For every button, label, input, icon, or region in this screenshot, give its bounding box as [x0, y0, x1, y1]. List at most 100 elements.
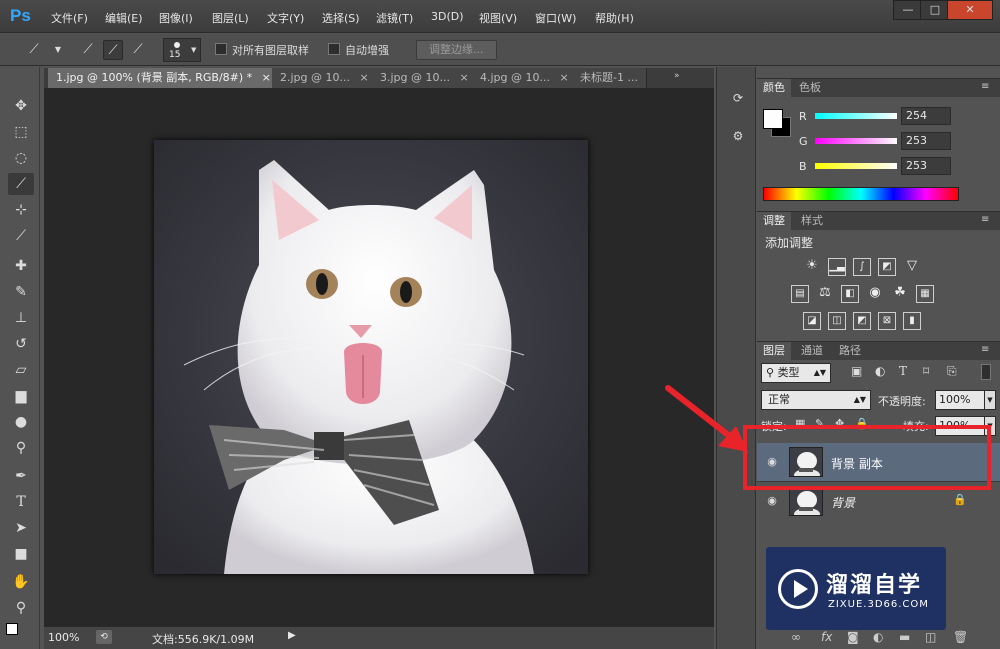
- menu-help[interactable]: 帮助(H): [595, 10, 634, 26]
- hue-saturation-icon[interactable]: ▤: [791, 285, 809, 303]
- crop-tool-icon[interactable]: ⊹: [8, 199, 34, 221]
- sample-all-layers-checkbox[interactable]: [215, 43, 227, 55]
- new-group-icon[interactable]: ▬: [899, 630, 910, 644]
- tab-doc-4[interactable]: 4.jpg @ 10... ×: [472, 68, 578, 88]
- black-white-icon[interactable]: ◧: [841, 285, 859, 303]
- add-to-selection-icon[interactable]: ⟋: [103, 40, 123, 60]
- menu-layer[interactable]: 图层(L): [212, 10, 249, 26]
- layer-filter-dropdown[interactable]: ⚲ 类型 ▲▼: [761, 363, 831, 383]
- preset-dropdown-icon[interactable]: ▼: [48, 40, 68, 60]
- delete-layer-icon[interactable]: 🗑: [953, 630, 968, 644]
- eraser-tool-icon[interactable]: ▱: [8, 359, 34, 381]
- tab-overflow-icon[interactable]: »: [674, 71, 680, 81]
- invert-icon[interactable]: ◪: [803, 312, 821, 330]
- tab-styles[interactable]: 样式: [795, 212, 829, 230]
- opacity-input[interactable]: 100%: [935, 390, 985, 410]
- rectangle-tool-icon[interactable]: ■: [8, 543, 34, 565]
- eyedropper-tool-icon[interactable]: ⟋: [8, 225, 34, 247]
- exposure-icon[interactable]: ◩: [878, 258, 896, 276]
- channel-g-input[interactable]: 253: [901, 132, 951, 150]
- filter-type-icon[interactable]: T: [899, 364, 907, 378]
- menu-3d[interactable]: 3D(D): [431, 10, 464, 23]
- blur-tool-icon[interactable]: ●: [8, 411, 34, 433]
- channel-r-slider[interactable]: [815, 113, 897, 119]
- menu-filter[interactable]: 滤镜(T): [376, 10, 413, 26]
- blend-mode-dropdown[interactable]: 正常 ▲▼: [761, 390, 871, 410]
- curves-icon[interactable]: ∫: [853, 258, 871, 276]
- add-mask-icon[interactable]: ◙: [847, 630, 859, 644]
- tab-paths[interactable]: 路径: [833, 342, 867, 360]
- tab-channels[interactable]: 通道: [795, 342, 829, 360]
- history-brush-tool-icon[interactable]: ↺: [8, 333, 34, 355]
- close-button[interactable]: ✕: [947, 0, 993, 20]
- foreground-color-swatch[interactable]: [763, 109, 783, 129]
- tab-doc-2[interactable]: 2.jpg @ 10... ×: [272, 68, 378, 88]
- menu-file[interactable]: 文件(F): [51, 10, 88, 26]
- refine-edge-button[interactable]: 调整边缘...: [416, 40, 497, 60]
- opacity-dropdown-icon[interactable]: ▼: [984, 390, 996, 410]
- properties-panel-icon[interactable]: ⚙: [729, 129, 747, 147]
- gradient-tool-icon[interactable]: ▆: [8, 385, 34, 407]
- tab-layers[interactable]: 图层: [757, 342, 791, 360]
- color-spectrum-bar[interactable]: [763, 187, 959, 201]
- hand-tool-icon[interactable]: ✋: [8, 571, 34, 593]
- zoom-level[interactable]: 100%: [48, 631, 79, 644]
- history-panel-icon[interactable]: ⟳: [729, 91, 747, 109]
- quick-selection-tool-icon[interactable]: ⟋: [8, 173, 34, 195]
- panel-menu-icon[interactable]: ≡: [981, 81, 989, 92]
- menu-type[interactable]: 文字(Y): [267, 10, 304, 26]
- channel-g-slider[interactable]: [815, 138, 897, 144]
- vibrance-icon[interactable]: ▽: [903, 258, 921, 276]
- tab-color[interactable]: 颜色: [757, 79, 791, 97]
- menu-view[interactable]: 视图(V): [479, 10, 517, 26]
- status-menu-arrow-icon[interactable]: ▶: [288, 630, 296, 641]
- healing-brush-tool-icon[interactable]: ✚: [8, 255, 34, 277]
- tab-doc-5[interactable]: 未标题-1 ...: [572, 68, 647, 88]
- tab-doc-1[interactable]: 1.jpg @ 100% (背景 副本, RGB/8#) * ×: [48, 68, 280, 88]
- new-adjustment-layer-icon[interactable]: ◐: [873, 630, 883, 644]
- document-image[interactable]: [154, 140, 588, 574]
- channel-b-slider[interactable]: [815, 163, 897, 169]
- tab-close-icon[interactable]: ×: [560, 71, 569, 84]
- layer-name[interactable]: 背景: [831, 494, 855, 511]
- filter-shape-icon[interactable]: ⌑: [923, 364, 929, 378]
- minimize-button[interactable]: —: [893, 0, 923, 20]
- levels-icon[interactable]: ▁▃: [828, 258, 846, 276]
- type-tool-icon[interactable]: T: [8, 491, 34, 513]
- auto-enhance-checkbox[interactable]: [328, 43, 340, 55]
- new-selection-icon[interactable]: ⟋: [78, 40, 98, 60]
- selective-color-icon[interactable]: ⊠: [878, 312, 896, 330]
- channel-b-input[interactable]: 253: [901, 157, 951, 175]
- tab-close-icon[interactable]: ×: [262, 71, 271, 84]
- photo-filter-icon[interactable]: ◉: [866, 285, 884, 303]
- link-layers-icon[interactable]: ∞: [791, 630, 801, 644]
- channel-mixer-icon[interactable]: ☘: [891, 285, 909, 303]
- tab-close-icon[interactable]: ×: [460, 71, 469, 84]
- menu-image[interactable]: 图像(I): [159, 10, 193, 26]
- filter-smart-object-icon[interactable]: ⎘: [947, 364, 957, 379]
- posterize-icon[interactable]: ◫: [828, 312, 846, 330]
- clone-stamp-tool-icon[interactable]: ⊥: [8, 307, 34, 329]
- quick-selection-preset-icon[interactable]: ⟋: [24, 40, 44, 60]
- filter-adjustment-icon[interactable]: ◐: [875, 364, 885, 378]
- tab-doc-3[interactable]: 3.jpg @ 10... ×: [372, 68, 478, 88]
- foreground-color-swatch[interactable]: [6, 623, 18, 635]
- lasso-tool-icon[interactable]: ◌: [8, 147, 34, 169]
- channel-r-input[interactable]: 254: [901, 107, 951, 125]
- subtract-from-selection-icon[interactable]: ⟋: [128, 40, 148, 60]
- gradient-map-icon[interactable]: ▮: [903, 312, 921, 330]
- marquee-tool-icon[interactable]: ⬚: [8, 121, 34, 143]
- tab-adjustments[interactable]: 调整: [757, 212, 791, 230]
- tab-close-icon[interactable]: ×: [360, 71, 369, 84]
- panel-menu-icon[interactable]: ≡: [981, 344, 989, 355]
- restore-button[interactable]: □: [920, 0, 950, 20]
- zoom-tool-icon[interactable]: ⚲: [8, 597, 34, 619]
- color-lookup-icon[interactable]: ▦: [916, 285, 934, 303]
- pen-tool-icon[interactable]: ✒: [8, 465, 34, 487]
- dodge-tool-icon[interactable]: ⚲: [8, 437, 34, 459]
- menu-edit[interactable]: 编辑(E): [105, 10, 143, 26]
- visibility-eye-icon[interactable]: ◉: [765, 494, 779, 508]
- filter-toggle-switch[interactable]: [981, 364, 991, 380]
- new-layer-icon[interactable]: ◫: [925, 630, 936, 644]
- share-icon[interactable]: ⟲: [96, 630, 112, 644]
